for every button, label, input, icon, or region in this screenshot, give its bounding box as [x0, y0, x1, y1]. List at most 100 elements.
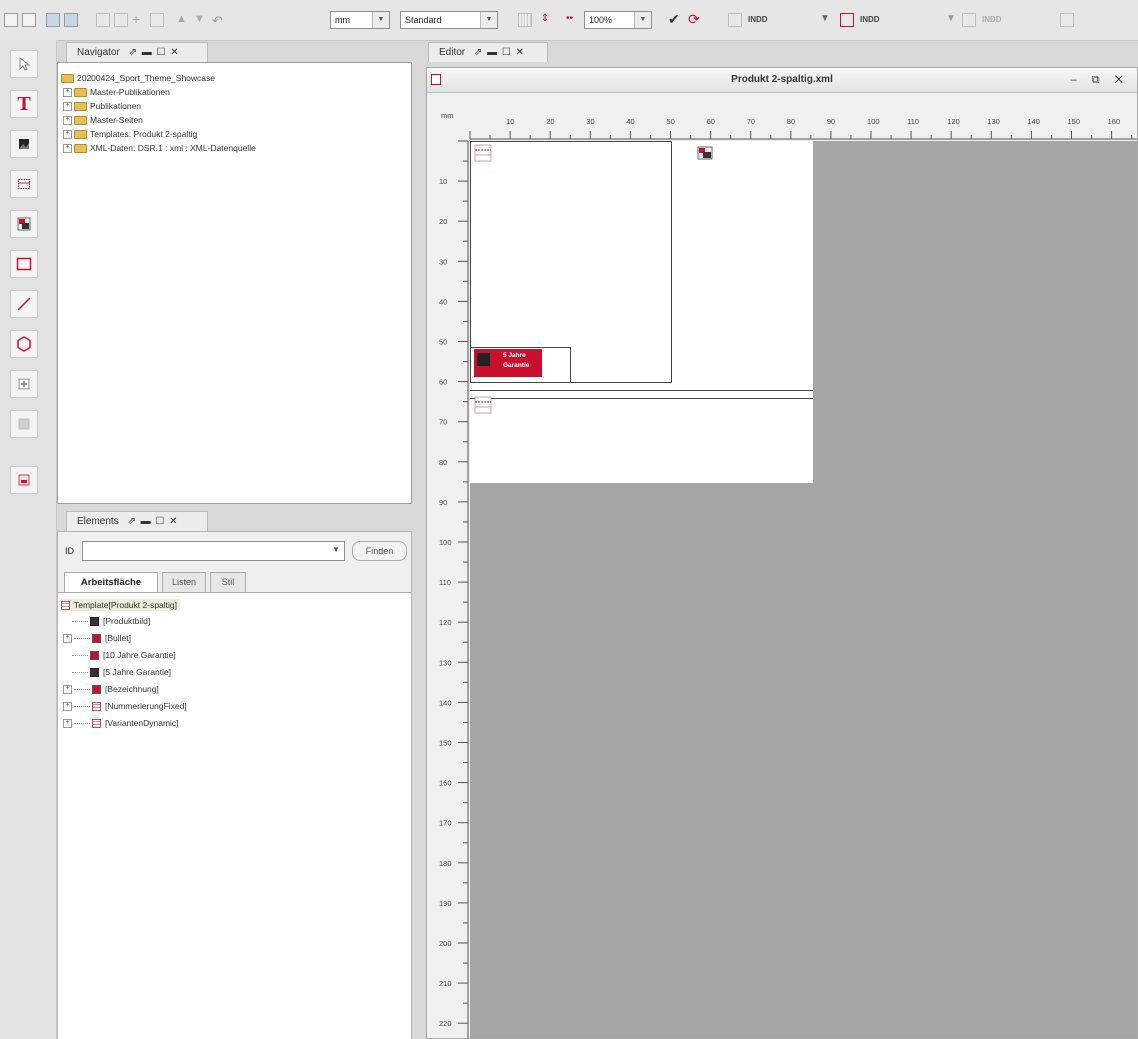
new-document-icon[interactable] — [4, 13, 18, 27]
tab-navigator[interactable]: Navigator ⇗ ▬ ☐ ✕ — [66, 42, 208, 62]
editor-title-bar: Produkt 2-spaltig.xml ‒ ⧉ ✕ — [427, 68, 1137, 93]
text-tool[interactable]: T — [10, 90, 38, 118]
v-ruler-label: 220 — [439, 1019, 452, 1028]
h-ruler-label: 90 — [827, 117, 835, 126]
chevron-down-icon[interactable]: ▼ — [332, 545, 340, 554]
elements-root[interactable]: Template[Produkt 2-spaltig] — [61, 599, 180, 611]
check-icon[interactable]: ✔ — [668, 12, 682, 27]
zoom-select-value: 100% — [589, 15, 613, 25]
expand-icon[interactable]: + — [63, 144, 72, 154]
style-select[interactable]: Standard ▼ — [400, 11, 498, 29]
expand-icon[interactable]: + — [63, 88, 72, 98]
move-up-icon[interactable]: ▲ — [176, 13, 190, 27]
id-search-input[interactable]: ▼ — [82, 541, 345, 561]
folder-icon — [74, 88, 87, 98]
panel-controls-icon[interactable]: ⇗ ▬ ☐ ✕ — [474, 47, 525, 58]
rectangle-tool[interactable] — [10, 250, 38, 278]
navigator-item[interactable]: + Master-Seiten — [63, 114, 143, 126]
add-icon[interactable]: + — [132, 12, 146, 27]
navigator-item[interactable]: + Master-Publikationen — [63, 86, 170, 98]
tab-arbeitsflaeche[interactable]: Arbeitsfläche — [64, 572, 158, 592]
settings-icon[interactable] — [1060, 13, 1074, 27]
expand-icon[interactable]: + — [63, 634, 72, 644]
panel-controls-icon[interactable]: ⇗ ▬ ☐ ✕ — [127, 516, 178, 527]
h-ruler-label: 40 — [626, 117, 634, 126]
indd-sync-icon[interactable] — [962, 13, 976, 27]
select-tool[interactable] — [10, 50, 38, 78]
expand-icon[interactable]: + — [63, 102, 72, 112]
badge-line-2: Garantie — [503, 362, 530, 369]
gray-box-tool[interactable] — [10, 410, 38, 438]
grid-icon[interactable] — [518, 13, 532, 27]
indd-label-2[interactable]: INDD — [860, 15, 880, 24]
vertical-spacing-icon[interactable]: ⇕ — [538, 13, 552, 27]
v-ruler-label: 60 — [439, 378, 447, 387]
tab-listen[interactable]: Listen — [162, 572, 206, 592]
placeholder-tool[interactable] — [10, 466, 38, 494]
navigator-item[interactable]: + XML-Daten: DSR.1 : xml : XML-Datenquell… — [63, 142, 256, 154]
bullet-tool[interactable] — [10, 210, 38, 238]
element-item[interactable]: + [Bezeichnung] — [63, 683, 159, 695]
refresh-icon[interactable]: ⟳ — [688, 12, 702, 27]
v-ruler-label: 200 — [439, 939, 452, 948]
save-all-icon[interactable] — [64, 13, 78, 27]
expand-icon[interactable]: + — [63, 685, 72, 695]
h-ruler-label: 120 — [947, 117, 960, 126]
unit-select-value: mm — [335, 15, 350, 25]
tool-palette: T — [0, 40, 57, 1039]
indd-dropdown-icon[interactable]: ▼ — [820, 13, 834, 27]
element-item[interactable]: [10 Jahre Garantie] — [63, 649, 176, 661]
element-item[interactable]: + [Bullet] — [63, 632, 131, 644]
element-item-label: [Produktbild] — [103, 616, 151, 626]
unit-select[interactable]: mm ▼ — [330, 11, 390, 29]
editor-window: Produkt 2-spaltig.xml ‒ ⧉ ✕ mm 10 20 30 40 5… — [426, 67, 1138, 1039]
table-marker-icon — [474, 144, 492, 162]
delete-icon[interactable] — [150, 13, 164, 27]
paste-icon[interactable] — [114, 13, 128, 27]
navigator-root[interactable]: 20200424_Sport_Theme_Showcase — [61, 72, 215, 84]
tab-editor[interactable]: Editor ⇗ ▬ ☐ ✕ — [428, 42, 548, 62]
zoom-select[interactable]: 100% ▼ — [584, 11, 652, 29]
chevron-down-icon: ▼ — [634, 12, 651, 28]
indd-import-icon[interactable] — [840, 13, 854, 27]
v-ruler-label: 170 — [439, 819, 452, 828]
image-tool[interactable] — [10, 130, 38, 158]
ruler-unit-label: mm — [441, 111, 454, 120]
h-ruler-label: 20 — [546, 117, 554, 126]
horizontal-spacing-icon[interactable]: •• — [566, 13, 580, 27]
indd-label-1[interactable]: INDD — [748, 15, 768, 24]
polygon-tool[interactable] — [10, 330, 38, 358]
tab-stil[interactable]: Stil — [210, 572, 246, 592]
move-down-icon[interactable]: ▼ — [194, 13, 208, 27]
line-tool[interactable] — [10, 290, 38, 318]
frame-tool[interactable] — [10, 370, 38, 398]
element-item[interactable]: + [NummerierungFixed] — [63, 700, 187, 712]
table-tool[interactable] — [10, 170, 38, 198]
element-item-label: [NummerierungFixed] — [105, 701, 187, 711]
tab-elements[interactable]: Elements ⇗ ▬ ☐ ✕ — [66, 511, 208, 531]
open-document-icon[interactable] — [22, 13, 36, 27]
expand-icon[interactable]: + — [63, 130, 72, 140]
main-toolbar: + ▲ ▼ ↶ mm ▼ Standard ▼ ⇕ •• 100% ▼ ✔ ⟳ … — [0, 0, 1138, 41]
element-item[interactable]: [5 Jahre Garantie] — [63, 666, 171, 678]
expand-icon[interactable]: + — [63, 116, 72, 126]
element-item[interactable]: + [VariantenDynamic] — [63, 717, 179, 729]
expand-icon[interactable]: + — [63, 719, 72, 729]
elements-tab-label: Elements — [77, 516, 119, 527]
copy-icon[interactable] — [96, 13, 110, 27]
find-button[interactable]: Finden — [352, 541, 407, 561]
panel-controls-icon[interactable]: ⇗ ▬ ☐ ✕ — [129, 47, 180, 58]
indd-export-icon[interactable] — [728, 13, 742, 27]
editor-canvas[interactable]: mm 10 20 30 40 50 60 70 80 90 100 110 120 130 140 150 1… — [427, 93, 1137, 1038]
h-ruler-label: 160 — [1108, 117, 1121, 126]
window-controls-icon[interactable]: ‒ ⧉ ✕ — [1071, 68, 1129, 92]
undo-icon[interactable]: ↶ — [212, 13, 226, 28]
navigator-item-label: Master-Seiten — [90, 115, 143, 125]
navigator-item[interactable]: + Publikationen — [63, 100, 141, 112]
navigator-item[interactable]: + Templates: Produkt 2-spaltig — [63, 128, 197, 140]
expand-icon[interactable]: + — [63, 702, 72, 712]
save-icon[interactable] — [46, 13, 60, 27]
indd-dropdown-icon-2[interactable]: ▼ — [946, 13, 960, 27]
element-item[interactable]: [Produktbild] — [63, 615, 150, 627]
indd-label-3[interactable]: INDD — [982, 15, 1002, 24]
